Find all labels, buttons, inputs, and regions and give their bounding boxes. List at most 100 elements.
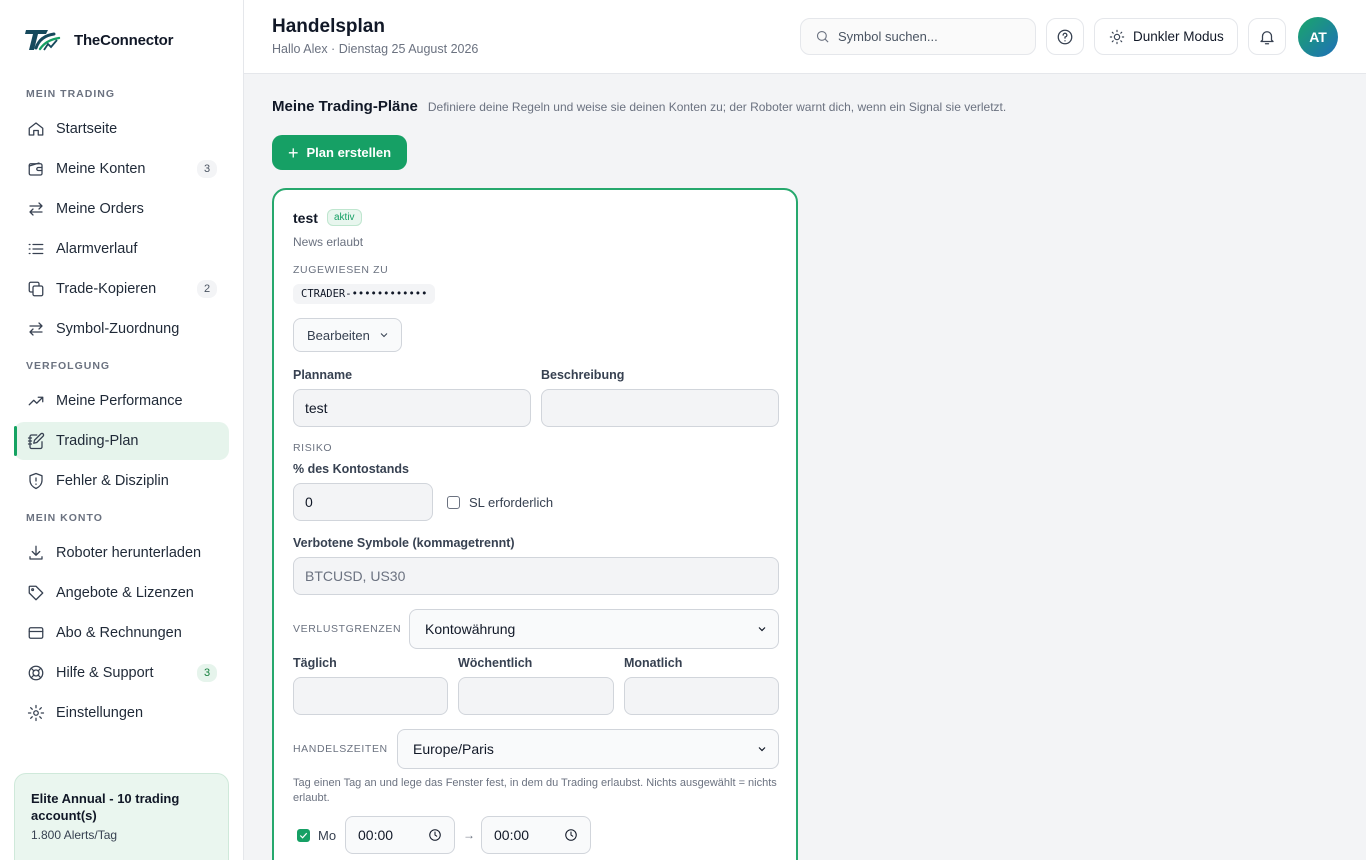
time-to-input[interactable]: 00:00 [481,816,591,854]
chevron-down-icon [758,747,766,752]
clock-icon [565,829,577,841]
search-input[interactable] [838,29,1028,44]
sidebar-item-konten[interactable]: Meine Konten 3 [14,150,229,188]
sidebar-item-startseite[interactable]: Startseite [14,110,229,148]
shield-icon [26,471,46,491]
sidebar-item-hilfe[interactable]: Hilfe & Support 3 [14,654,229,692]
notebook-pen-icon [26,431,46,451]
description-input[interactable] [541,389,779,427]
sidebar-item-performance[interactable]: Meine Performance [14,382,229,420]
subscription-alerts: 1.800 Alerts/Tag [31,828,118,842]
notifications-button[interactable] [1248,18,1286,55]
home-icon [26,119,46,139]
sidebar: TheConnector MEIN TRADING Startseite Mei… [0,0,244,860]
page-subtitle: Hallo Alex · Dienstag 25 August 2026 [272,42,479,56]
sidebar-item-label: Alarmverlauf [56,241,138,257]
forbidden-symbols-input[interactable] [293,557,779,595]
monday-checkbox[interactable] [297,829,310,842]
status-badge: aktiv [327,209,362,226]
sidebar-item-label: Einstellungen [56,705,144,721]
trending-up-icon [26,391,46,411]
edit-button[interactable]: Bearbeiten [293,318,402,352]
risk-percent-label: % des Kontostands [293,462,409,476]
trading-plan-card: test aktiv News erlaubt ZUGEWIESEN ZU CT… [272,188,798,860]
wallet-icon [26,159,46,179]
daily-label: Täglich [293,656,337,670]
credit-card-icon [26,623,46,643]
section-label-trading: MEIN TRADING [26,88,115,100]
download-icon [26,543,46,563]
sidebar-item-label: Meine Performance [56,393,183,409]
subscription-card[interactable]: Elite Annual - 10 trading account(s) 1.8… [14,773,229,860]
list-icon [26,239,46,259]
forbidden-symbols-label: Verbotene Symbole (kommagetrennt) [293,536,515,550]
monthly-limit-input[interactable] [624,677,779,715]
brand[interactable]: TheConnector [0,0,243,80]
sidebar-item-label: Trade-Kopieren [56,281,157,297]
count-badge: 3 [197,160,217,178]
main-content: Meine Trading-Pläne Definiere deine Rege… [244,74,1366,860]
swap-arrows-icon [26,199,46,219]
chevron-down-icon [758,627,766,632]
weekly-limit-input[interactable] [458,677,614,715]
sidebar-item-angebote[interactable]: Angebote & Lizenzen [14,574,229,612]
section-description: Definiere deine Regeln und weise sie dei… [427,100,1007,114]
planname-label: Planname [293,368,353,382]
help-button[interactable] [1046,18,1084,55]
sidebar-item-label: Angebote & Lizenzen [56,585,194,601]
section-label-verfolgung: VERFOLGUNG [26,360,111,372]
risk-percent-input[interactable] [293,483,433,521]
tag-icon [26,583,46,603]
sidebar-item-orders[interactable]: Meine Orders [14,190,229,228]
sidebar-item-fehler-disziplin[interactable]: Fehler & Disziplin [14,462,229,500]
time-to-value: 00:00 [494,827,530,843]
plan-news-status: News erlaubt [293,235,364,249]
gear-icon [26,703,46,723]
sidebar-item-trade-kopieren[interactable]: Trade-Kopieren 2 [14,270,229,308]
subscription-title: Elite Annual - 10 trading account(s) [31,791,180,823]
loss-currency-value: Kontowährung [425,621,516,637]
time-from-input[interactable]: 00:00 [345,816,455,854]
monthly-label: Monatlich [624,656,683,670]
sidebar-item-trading-plan[interactable]: Trading-Plan [14,422,229,460]
daily-limit-input[interactable] [293,677,448,715]
help-circle-icon [1057,29,1073,44]
assigned-label: ZUGEWIESEN ZU [293,264,389,276]
risk-section-label: RISIKO [293,442,333,454]
assigned-account-chip: CTRADER-•••••••••••• [293,284,436,304]
symbol-search[interactable] [800,18,1036,55]
timezone-value: Europe/Paris [413,741,494,757]
dark-mode-button[interactable]: Dunkler Modus [1094,18,1238,55]
sidebar-item-symbol-zuordnung[interactable]: Symbol-Zuordnung [14,310,229,348]
search-icon [816,30,829,43]
check-icon [299,832,308,839]
count-badge: 3 [197,664,217,682]
count-badge: 2 [197,280,217,298]
edit-label: Bearbeiten [307,327,370,343]
planname-input[interactable] [293,389,531,427]
trading-hours-hint: Tag einen Tag an und lege das Fenster fe… [293,777,777,804]
brand-name: TheConnector [74,31,174,49]
plus-icon: + [288,142,299,163]
loss-currency-select[interactable]: Kontowährung [409,609,779,649]
timezone-select[interactable]: Europe/Paris [397,729,779,769]
section-label-konto: MEIN KONTO [26,512,103,524]
sidebar-item-label: Meine Konten [56,161,146,177]
clock-icon [429,829,441,841]
sun-icon [1109,29,1125,44]
sidebar-item-alarmverlauf[interactable]: Alarmverlauf [14,230,229,268]
sidebar-item-roboter[interactable]: Roboter herunterladen [14,534,229,572]
copy-icon [26,279,46,299]
section-header: Meine Trading-Pläne Definiere deine Rege… [272,98,1006,115]
create-plan-label: Plan erstellen [306,145,392,160]
loss-limits-label: VERLUSTGRENZEN [293,623,402,635]
time-range-arrow: → [463,828,475,842]
dark-mode-label: Dunkler Modus [1133,29,1224,44]
weekly-label: Wöchentlich [458,656,533,670]
sl-required-checkbox[interactable] [447,496,460,509]
avatar[interactable]: AT [1298,17,1338,57]
brand-logo-icon [25,30,61,51]
sidebar-item-einstellungen[interactable]: Einstellungen [14,694,229,732]
create-plan-button[interactable]: + Plan erstellen [272,135,408,170]
sidebar-item-abo[interactable]: Abo & Rechnungen [14,614,229,652]
